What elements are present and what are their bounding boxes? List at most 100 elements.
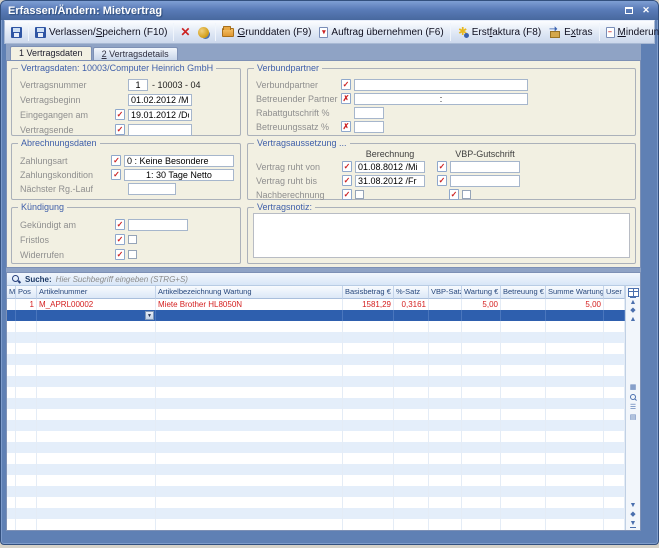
table-row-empty[interactable] [7,409,625,420]
table-row-empty[interactable] [7,321,625,332]
save-button[interactable] [7,22,26,42]
cell-summe_wartung [546,420,604,431]
grid-search-bar[interactable]: Suche: [7,273,640,286]
zahlungskondition-input[interactable] [124,169,234,181]
table-row-empty[interactable] [7,508,625,519]
scroll-to-top-icon[interactable]: ▲ [630,297,637,306]
erstfaktura-button[interactable]: ✱ Erstfaktura (F8) [453,22,545,42]
table-row-empty[interactable] [7,497,625,508]
fristlos-checkbox[interactable] [128,235,137,244]
column-header-wartung[interactable]: Wartung € [462,286,501,299]
record-marker-icon[interactable]: ◆ [630,510,635,519]
table-row-empty[interactable] [7,431,625,442]
date-note-icon[interactable]: ✓ [115,109,125,120]
betreuender-partner-input[interactable] [354,93,528,105]
note-check-icon[interactable]: ✓ [437,175,447,186]
table-row-empty[interactable] [7,398,625,409]
table-row-empty[interactable] [7,519,625,530]
auftrag-uebernehmen-button[interactable]: ▾ Auftrag übernehmen (F6) [315,22,447,42]
note-check-icon[interactable]: ✓ [115,234,125,245]
list-view-icon[interactable]: ☰ [630,403,636,412]
column-header-m[interactable]: M [7,286,16,299]
minderung-button[interactable]: – Minderung [602,22,659,42]
note-check-icon[interactable]: ✓ [342,189,352,200]
scroll-up-icon[interactable]: ▲ [630,315,637,324]
betreuungssatz-input[interactable] [354,121,384,133]
title-bar[interactable]: Erfassen/Ändern: Mietvertrag ✕ [1,1,658,20]
vertragsbeginn-input[interactable] [128,94,192,106]
table-row-empty[interactable] [7,442,625,453]
note-check-icon[interactable]: ✓ [111,169,121,180]
naechster-rg-lauf-input[interactable] [128,183,176,195]
delete-button[interactable]: ✕ [176,22,194,42]
table-row-empty[interactable] [7,387,625,398]
widerrufen-checkbox[interactable] [128,250,137,259]
table-row-empty[interactable] [7,376,625,387]
note-check-icon[interactable]: ✓ [341,79,351,90]
eingegangen-am-input[interactable] [128,109,192,121]
gekuendigt-am-input[interactable] [128,219,188,231]
vertrag-ruht-von-input[interactable] [355,161,425,173]
column-header-user[interactable]: User [604,286,625,299]
scroll-to-bottom-icon[interactable]: ▼ [630,519,637,528]
note-check-icon[interactable]: ✓ [115,219,125,230]
note-cross-icon[interactable]: ✗ [341,93,351,104]
close-button[interactable]: ✕ [639,4,653,17]
table-row-empty[interactable] [7,453,625,464]
vertrag-ruht-von-vbp-input[interactable] [450,161,520,173]
grid-view-icon[interactable]: ▦ [630,383,637,392]
vertragsnummer-input[interactable] [128,79,148,91]
vertrag-ruht-bis-vbp-input[interactable] [450,175,520,187]
seal-button[interactable] [194,22,213,42]
note-check-icon[interactable]: ✓ [342,161,352,172]
zahlungsart-input[interactable] [124,155,234,167]
vertragsende-input[interactable] [128,124,192,136]
table-row-empty[interactable] [7,343,625,354]
note-check-icon[interactable]: ✓ [115,249,125,260]
verbundpartner-input[interactable] [354,79,528,91]
column-header-artikelbezeichnung[interactable]: Artikelbezeichnung Wartung [156,286,343,299]
date-note-icon[interactable]: ✓ [115,124,125,135]
note-check-icon[interactable]: ✓ [111,155,121,166]
record-marker-icon[interactable]: ◆ [630,306,635,315]
note-check-icon[interactable]: ✓ [437,161,447,172]
vertrag-ruht-bis-input[interactable] [355,175,425,187]
restore-button[interactable] [622,4,636,17]
table-row-empty[interactable] [7,486,625,497]
grid-search-input[interactable] [56,274,640,285]
tab-vertragsdaten[interactable]: 1 Vertragsdaten [10,46,92,60]
search-magnifier-icon[interactable] [629,393,638,402]
table-row-empty[interactable] [7,464,625,475]
column-header-artikelnummer[interactable]: Artikelnummer [37,286,156,299]
column-header-betreuung[interactable]: Betreuung € [501,286,546,299]
note-cross-icon[interactable]: ✗ [341,121,351,132]
dropdown-arrow-icon[interactable]: ▼ [145,311,154,320]
column-chooser-icon[interactable] [628,288,639,297]
column-header-summe_wartung[interactable]: Summe Wartung € [546,286,604,299]
table-row-empty[interactable] [7,420,625,431]
table-row[interactable]: ▼ [7,310,625,321]
vertragsnummer-label: Vertragsnummer [20,80,115,90]
column-header-prozent_satz[interactable]: %-Satz [394,286,429,299]
table-row-empty[interactable] [7,475,625,486]
vertragsnotiz-textarea[interactable] [253,213,630,258]
table-row-empty[interactable] [7,354,625,365]
rabattgutschrift-input[interactable] [354,107,384,119]
tab-vertragsdetails[interactable]: 2 Vertragsdetails [93,47,178,60]
leave-save-button[interactable]: Verlassen/Speichern (F10) [31,22,171,42]
note-check-icon[interactable]: ✓ [449,189,459,200]
table-row-empty[interactable] [7,332,625,343]
panel-view-icon[interactable]: ▤ [630,413,637,422]
column-header-pos[interactable]: Pos [16,286,37,299]
extras-button[interactable]: Extras [545,22,596,42]
grunddaten-button[interactable]: Grunddaten (F9) [218,22,315,42]
column-header-vbp_satz[interactable]: VBP-Satz [429,286,462,299]
nachberechnung-vbp-checkbox[interactable] [462,190,471,199]
scroll-down-icon[interactable]: ▼ [630,501,637,510]
table-row-empty[interactable] [7,365,625,376]
note-check-icon[interactable]: ✓ [342,175,352,186]
nachberechnung-checkbox[interactable] [355,190,364,199]
column-header-basisbetrag[interactable]: Basisbetrag € [343,286,394,299]
cell-artikelnummer [37,486,156,497]
table-row[interactable]: 1M_APRL00002Miete Brother HL8050N1581,29… [7,299,625,310]
